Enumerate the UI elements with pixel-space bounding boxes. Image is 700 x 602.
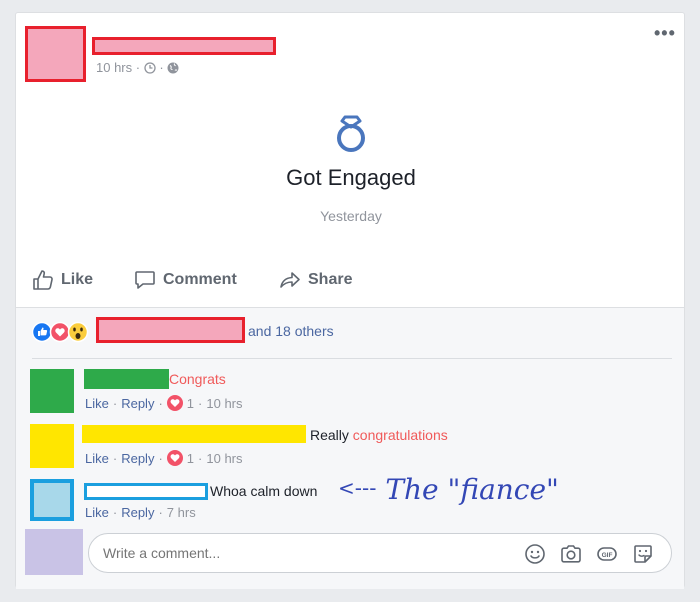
separator: · [112, 395, 118, 411]
share-button[interactable]: Share [279, 269, 352, 291]
like-button[interactable]: Like [32, 269, 93, 291]
commenter-name-redacted[interactable] [82, 425, 306, 443]
comment-reaction-count: 1 [186, 395, 195, 411]
comment-text: Whoa calm down [210, 483, 318, 499]
commenter-avatar-redacted[interactable] [30, 424, 74, 468]
commenter-avatar-redacted[interactable] [30, 479, 74, 521]
comment-like-button[interactable]: Like [85, 505, 109, 520]
comment-timestamp[interactable]: 7 hrs [167, 505, 196, 520]
separator: · [198, 450, 203, 466]
comment-timestamp[interactable]: 10 hrs [206, 396, 242, 411]
reactor-name-redacted[interactable] [96, 317, 245, 343]
reactions-others-link[interactable]: and 18 others [248, 323, 334, 339]
comment-bubble-icon [135, 271, 155, 289]
annotation-arrow: <--- [338, 476, 377, 500]
life-event-title: Got Engaged [286, 165, 416, 190]
clock-icon [144, 62, 156, 74]
poster-name-redacted[interactable] [92, 37, 276, 55]
like-button-label: Like [61, 271, 94, 288]
comment-reply-button[interactable]: Reply [121, 451, 154, 466]
separator: · [158, 505, 163, 520]
separator: · [158, 450, 163, 466]
comment-text-highlight: congratulations [352, 427, 448, 443]
commenter-name-redacted[interactable] [84, 483, 208, 500]
comment-button-label: Comment [163, 271, 237, 288]
handwritten-annotation: <--- The "fiance" [338, 473, 559, 506]
comment-timestamp[interactable]: 10 hrs [206, 451, 242, 466]
wow-reaction-icon [67, 321, 89, 343]
comment-actions: Like · Reply · 7 hrs [85, 505, 196, 520]
share-arrow-icon [280, 272, 300, 288]
commenter-name-redacted[interactable] [84, 369, 169, 389]
comment-like-button[interactable]: Like [85, 396, 109, 411]
love-reaction-icon[interactable] [166, 395, 183, 411]
poster-avatar-redacted[interactable] [25, 26, 86, 82]
sticker-icon[interactable] [632, 543, 654, 565]
annotation-text: The "fiance" [385, 473, 559, 506]
meta-separator: · [135, 60, 144, 75]
comment-reply-button[interactable]: Reply [121, 396, 154, 411]
life-event-date: Yesterday [320, 208, 382, 224]
current-user-avatar [25, 529, 83, 575]
post-timestamp[interactable]: 10 hrs [96, 60, 132, 75]
comment-actions: Like · Reply · 1 · 10 hrs [85, 450, 243, 466]
comment-actions: Like · Reply · 1 · 10 hrs [85, 395, 243, 411]
comment-reply-button[interactable]: Reply [121, 505, 154, 520]
comments-divider [32, 358, 672, 359]
comment-text: Congrats [169, 371, 226, 387]
separator: · [198, 395, 203, 411]
like-reaction-icon [32, 321, 53, 343]
more-options-icon[interactable]: ••• [654, 23, 676, 44]
comment-reaction-count: 1 [186, 450, 195, 466]
separator: · [112, 450, 118, 466]
love-reaction-icon[interactable] [166, 450, 183, 466]
separator: · [112, 505, 118, 520]
svg-text:GIF: GIF [602, 552, 613, 559]
love-reaction-icon [49, 321, 71, 343]
comment-button[interactable]: Comment [134, 269, 237, 291]
composer-icons: GIF [524, 543, 654, 565]
separator: · [158, 395, 163, 411]
camera-icon[interactable] [560, 543, 582, 565]
meta-separator: · [159, 60, 168, 75]
post-meta: 10 hrs · · [96, 60, 179, 75]
gif-icon[interactable]: GIF [596, 543, 618, 565]
thumbs-up-icon [33, 270, 53, 290]
globe-icon [167, 62, 179, 74]
share-button-label: Share [308, 271, 353, 288]
comment-text-plain: Really [310, 427, 349, 443]
comment-text: Really congratulations [310, 427, 448, 443]
commenter-avatar-redacted[interactable] [30, 369, 74, 413]
post-card: 10 hrs · · ••• Got Engaged Yesterday Lik… [15, 12, 685, 589]
comment-like-button[interactable]: Like [85, 451, 109, 466]
emoji-icon[interactable] [524, 543, 546, 565]
ring-icon [337, 115, 365, 152]
reaction-icons[interactable] [32, 321, 94, 343]
